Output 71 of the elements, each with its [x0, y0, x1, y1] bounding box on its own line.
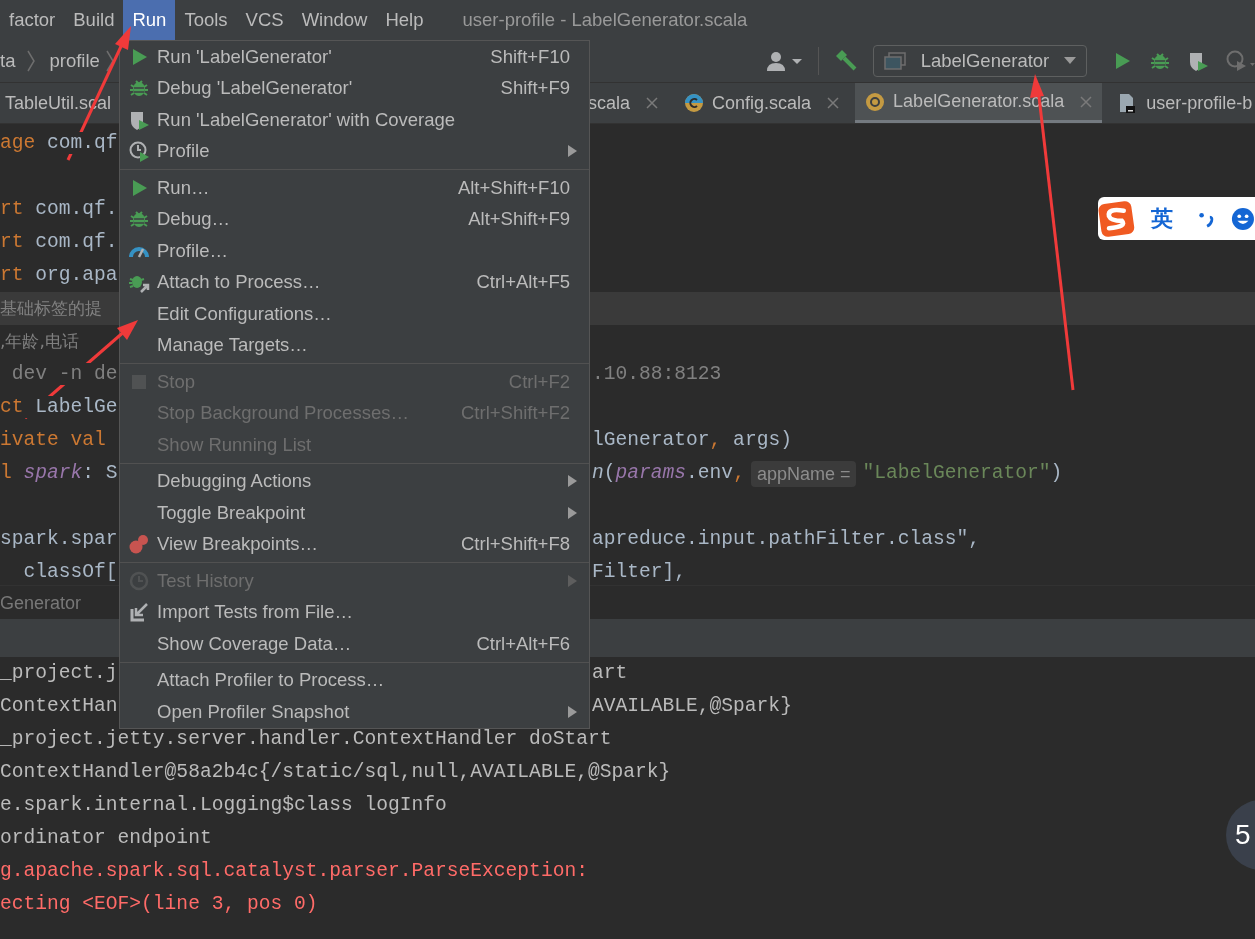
- console-line: art: [592, 661, 628, 686]
- menu-item[interactable]: Debug 'LabelGenerator' Shift+F9: [120, 72, 589, 104]
- menu-item[interactable]: Profile…: [120, 235, 589, 267]
- object-icon: [865, 91, 886, 112]
- class-icon: [684, 93, 705, 113]
- code-line: lGenerator, args): [592, 428, 792, 453]
- console-line: _project.j: [0, 662, 118, 684]
- console-line: ordinator endpoint: [0, 827, 212, 849]
- submenu-arrow-icon: [568, 506, 577, 519]
- console-line: ContextHandler@58a2b4c{/static/sql,null,AVAILABLE,@Spark}: [0, 761, 671, 783]
- clock-icon[interactable]: [1225, 49, 1255, 73]
- breakpoints-icon: [128, 533, 150, 556]
- submenu-arrow-icon: [568, 145, 577, 158]
- menu-item[interactable]: Run… Alt+Shift+F10: [120, 172, 589, 204]
- breadcrumb-item[interactable]: ta: [0, 47, 16, 75]
- menu-item[interactable]: Window: [292, 0, 377, 40]
- console-line: ecting <EOF>(line 3, pos 0): [0, 893, 318, 915]
- parameter-hint: appName =: [750, 460, 857, 487]
- menu-item[interactable]: Run 'LabelGenerator' Shift+F10: [120, 41, 589, 73]
- menu-item[interactable]: Attach Profiler to Process…: [120, 664, 589, 696]
- menu-item[interactable]: Run: [123, 0, 176, 40]
- editor-tab[interactable]: user-profile-b: [1108, 83, 1255, 123]
- window-title: user-profile - LabelGenerator.scala: [462, 8, 748, 33]
- console-line: AVAILABLE,@Spark}: [592, 694, 792, 719]
- submenu-arrow-icon: [568, 475, 577, 488]
- code-line: Filter],: [592, 560, 687, 585]
- menu-item[interactable]: Toggle Breakpoint: [120, 497, 589, 529]
- breadcrumb-item[interactable]: Generator: [0, 593, 82, 613]
- console-line: ContextHan: [0, 695, 118, 717]
- window-icon: [884, 52, 906, 70]
- menu-item[interactable]: Manage Targets…: [120, 329, 589, 361]
- menu-item[interactable]: Import Tests from File…: [120, 596, 589, 628]
- menu-item[interactable]: View Breakpoints… Ctrl+Shift+F8: [120, 528, 589, 560]
- menu-item[interactable]: Help: [376, 0, 433, 40]
- code-line: .10.88:8123: [592, 362, 722, 387]
- close-icon[interactable]: [827, 97, 840, 109]
- submenu-arrow-icon: [568, 574, 577, 587]
- menu-item[interactable]: Edit Configurations…: [120, 298, 589, 330]
- submenu-arrow-icon: [568, 705, 577, 718]
- menu-item[interactable]: Open Profiler Snapshot: [120, 696, 589, 728]
- console-line: e.spark.internal.Logging$class logInfo: [0, 794, 447, 816]
- chevron-icon: [105, 50, 114, 72]
- menu-item[interactable]: Profile: [120, 135, 589, 167]
- bug-icon[interactable]: [1149, 50, 1171, 72]
- console-line: g.apache.spark.sql.catalyst.parser.ParseException:: [0, 860, 588, 882]
- clock-icon: [128, 140, 150, 163]
- menu-item[interactable]: Debugging Actions: [120, 465, 589, 497]
- menu-item[interactable]: Debug… Alt+Shift+F9: [120, 203, 589, 235]
- menu-item[interactable]: Attach to Process… Ctrl+Alt+F5: [120, 266, 589, 298]
- console-line: _project.jetty.server.handler.ContextHandler doStart: [0, 728, 612, 750]
- shield-icon[interactable]: [1187, 50, 1209, 72]
- caret-icon: [1064, 57, 1076, 65]
- import-icon: [128, 601, 150, 624]
- smiley-icon[interactable]: [1231, 205, 1255, 232]
- menu-item[interactable]: VCS: [236, 0, 293, 40]
- menu-item[interactable]: Run 'LabelGenerator' with Coverage: [120, 104, 589, 136]
- run-configuration-dropdown[interactable]: LabelGenerator: [873, 45, 1087, 77]
- code-line: n(params.env, appName = "LabelGenerator"): [592, 457, 1063, 490]
- editor-tab[interactable]: scala: [588, 83, 669, 123]
- close-icon[interactable]: [1080, 95, 1093, 108]
- breadcrumb-item[interactable]: profile: [49, 47, 100, 75]
- menu-item[interactable]: Show Coverage Data… Ctrl+Alt+F6: [120, 628, 589, 660]
- user-icon[interactable]: [766, 49, 804, 73]
- menu-item[interactable]: Tools: [175, 0, 237, 40]
- language-indicator[interactable]: 英: [1150, 202, 1173, 235]
- close-icon[interactable]: [646, 97, 659, 109]
- menu-item[interactable]: factor: [0, 0, 65, 40]
- code-line: apreduce.input.pathFilter.class",: [592, 527, 981, 552]
- menu-item[interactable]: Build: [64, 0, 124, 40]
- chevron-icon: [27, 50, 36, 72]
- editor-tab[interactable]: Config.scala: [674, 83, 850, 123]
